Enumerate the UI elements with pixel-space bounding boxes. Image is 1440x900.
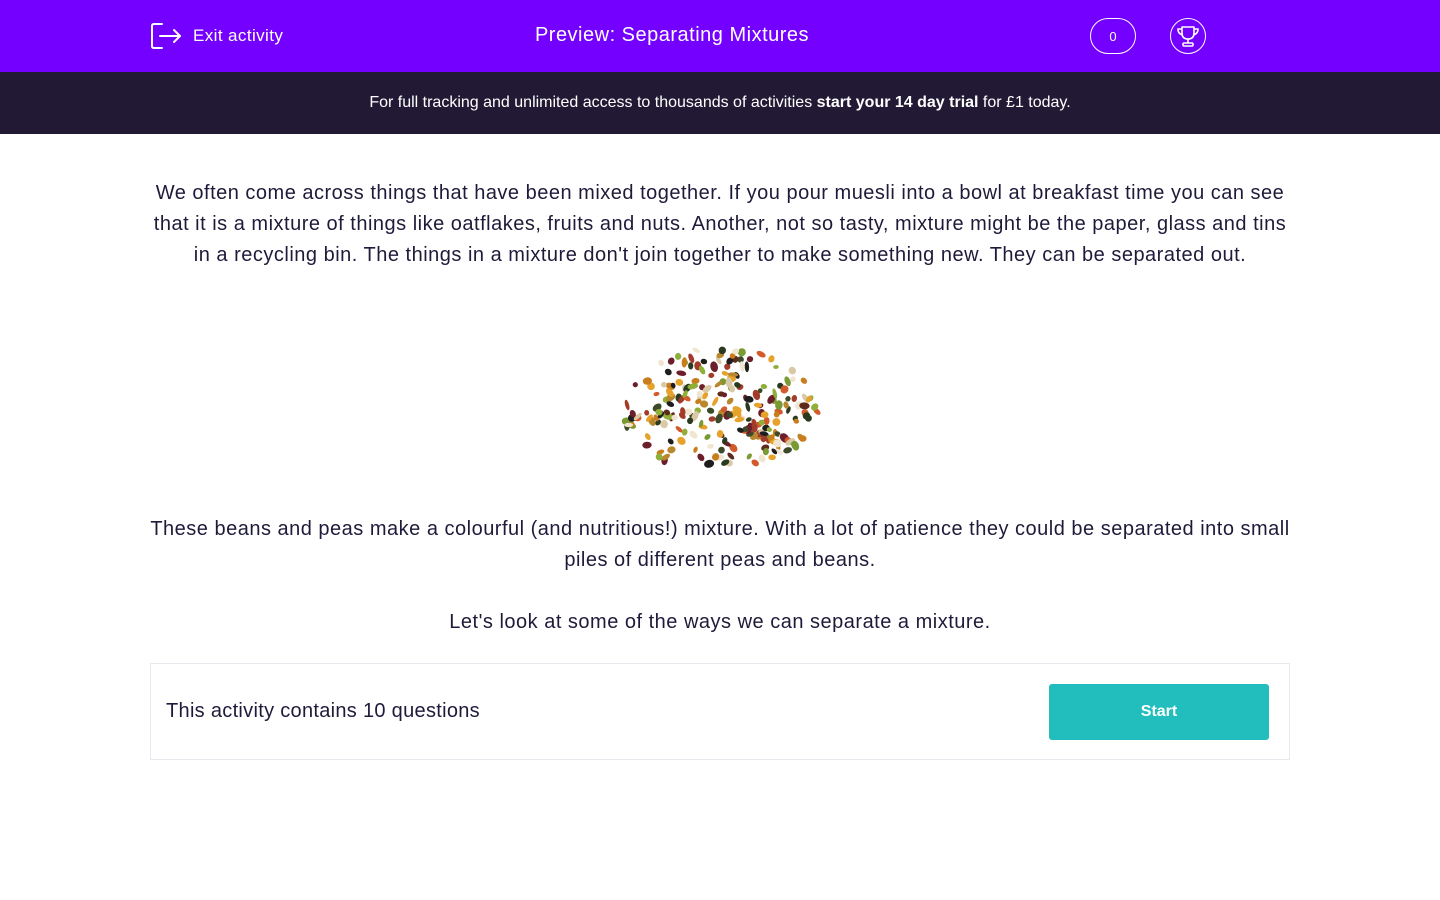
bean-shape — [745, 417, 752, 422]
bean-shape — [644, 433, 651, 441]
activity-card: This activity contains 10 questions Star… — [150, 663, 1290, 760]
bean-shape — [693, 446, 698, 453]
bean-shape — [675, 378, 684, 386]
bean-shape — [660, 420, 668, 429]
bean-shape — [788, 366, 797, 375]
bean-shape — [726, 397, 734, 405]
bean-shape — [697, 453, 705, 461]
beans-caption: These beans and peas make a colourful (a… — [150, 518, 1290, 571]
bean-shape — [653, 391, 660, 397]
bean-shape — [756, 350, 766, 358]
bean-shape — [708, 416, 716, 422]
ways-intro-text: Let's look at some of the ways we can se… — [449, 611, 991, 633]
bean-shape — [658, 359, 665, 367]
start-trial-link[interactable]: start your 14 day trial — [817, 94, 979, 112]
page-title: Preview: Separating Mixtures — [534, 24, 810, 46]
bean-shape — [667, 357, 675, 365]
bean-shape — [744, 361, 750, 373]
bean-shape — [688, 353, 695, 364]
bean-shape — [688, 362, 694, 370]
bean-shape — [745, 402, 751, 412]
bean-shape — [768, 355, 775, 363]
beans-image — [610, 335, 830, 485]
bean-shape — [773, 364, 779, 370]
bean-shape — [681, 428, 688, 436]
bean-shape — [624, 399, 630, 411]
bean-shape — [706, 407, 715, 414]
trial-banner: For full tracking and unlimited access t… — [0, 72, 1440, 134]
start-button[interactable]: Start — [1049, 684, 1269, 740]
bean-shape — [700, 358, 708, 365]
bean-shape — [676, 370, 687, 376]
bean-shape — [677, 436, 686, 445]
bean-shape — [642, 441, 652, 449]
bean-shape — [708, 372, 715, 379]
bean-shape — [768, 454, 776, 461]
bean-shape — [712, 396, 719, 407]
bean-shape — [667, 438, 674, 445]
top-bar: Exit activity Preview: Separating Mixtur… — [0, 0, 1440, 72]
banner-text-after: for £1 today. — [978, 94, 1071, 111]
bean-shape — [667, 446, 676, 454]
intro-paragraph: We often come across things that have be… — [153, 182, 1287, 266]
bean-shape — [689, 430, 698, 439]
bean-shape — [692, 347, 700, 353]
bean-shape — [800, 377, 808, 384]
bean-shape — [784, 376, 791, 387]
bean-shape — [791, 395, 798, 402]
score-badge: 0 — [1090, 18, 1136, 54]
bean-shape — [661, 381, 667, 388]
bean-shape — [632, 382, 638, 388]
bean-shape — [707, 443, 714, 449]
trophy-button[interactable] — [1170, 18, 1206, 54]
bean-shape — [664, 368, 672, 376]
question-count-text: This activity contains 10 questions — [166, 700, 480, 722]
bean-shape — [746, 356, 754, 363]
bean-shape — [674, 352, 682, 360]
bean-shape — [704, 434, 711, 440]
bean-shape — [721, 371, 729, 376]
beans-illustration — [621, 346, 821, 468]
banner-text-before: For full tracking and unlimited access t… — [369, 94, 817, 111]
bean-shape — [727, 452, 735, 460]
bean-shape — [751, 459, 759, 467]
bean-shape — [681, 357, 688, 368]
bean-shape — [644, 410, 650, 416]
bean-shape — [624, 422, 634, 428]
bean-shape — [704, 459, 715, 468]
bean-shape — [772, 418, 781, 426]
bean-shape — [718, 446, 725, 454]
bean-shape — [783, 447, 792, 454]
trophy-icon — [1177, 26, 1199, 47]
bean-shape — [710, 361, 718, 373]
bean-shape — [746, 453, 752, 460]
